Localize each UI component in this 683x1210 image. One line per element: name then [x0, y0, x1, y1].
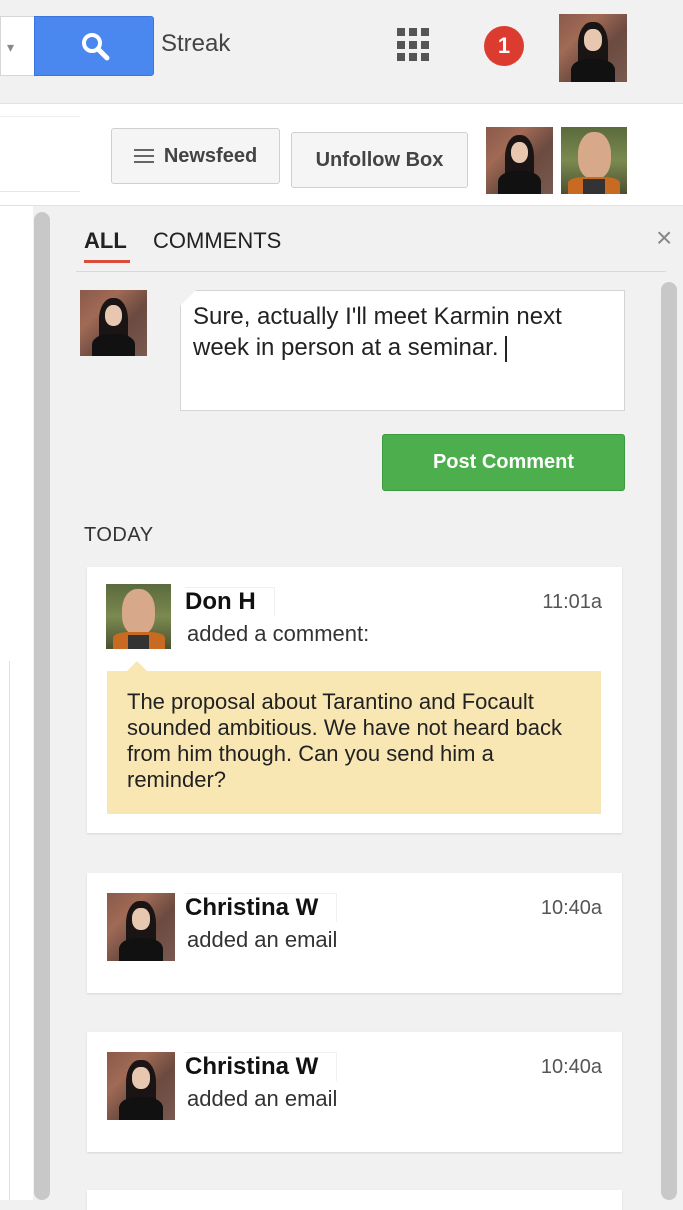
text-cursor [504, 335, 507, 362]
email-pane-scrollbar[interactable] [34, 212, 50, 1200]
search-options-dropdown[interactable]: ▾ [0, 16, 34, 76]
author-avatar[interactable] [107, 893, 175, 961]
box-title-area [0, 116, 80, 192]
app-name[interactable]: Streak [161, 30, 230, 58]
feed-item-action: added a comment: [187, 621, 370, 646]
post-comment-button[interactable]: Post Comment [382, 434, 625, 491]
unfollow-box-button[interactable]: Unfollow Box [291, 132, 468, 188]
top-bar: ▾ Streak 1 [0, 0, 683, 104]
feed-item-time: 10:40a [540, 1056, 602, 1078]
unfollow-label: Unfollow Box [315, 148, 444, 171]
follower-avatar[interactable] [486, 127, 553, 194]
notification-badge[interactable]: 1 [484, 26, 524, 66]
newsfeed-scrollbar[interactable] [661, 282, 677, 1200]
account-avatar[interactable] [559, 14, 627, 82]
feed-item: Christina W added an email 10:40a [87, 873, 622, 993]
newsfeed-button[interactable]: Newsfeed [111, 128, 280, 184]
search-icon [82, 33, 110, 61]
search-button[interactable] [34, 16, 154, 76]
comment-body: The proposal about Tarantino and Focault… [107, 661, 601, 814]
follower-avatar[interactable] [561, 127, 627, 194]
email-pane [0, 206, 33, 1200]
author-avatar[interactable] [106, 584, 171, 649]
feed-item-time: 11:01a [542, 591, 602, 613]
feed-item-action[interactable]: added an email [187, 1086, 337, 1112]
close-icon[interactable]: × [656, 224, 672, 252]
section-heading-today: TODAY [84, 524, 154, 546]
box-toolbar: Newsfeed Unfollow Box [0, 104, 683, 206]
feed-item-time: 10:40a [540, 897, 602, 919]
tab-all[interactable]: ALL [84, 228, 130, 263]
feed-item: Christina W added an email 10:40a [87, 1032, 622, 1152]
chevron-down-icon: ▾ [7, 39, 15, 55]
author-avatar[interactable] [107, 1052, 175, 1120]
newsfeed-panel: ALL COMMENTS × Sure, actually I'll meet … [56, 206, 683, 1210]
newsfeed-tabs: ALL COMMENTS × [76, 206, 672, 272]
hamburger-icon [133, 145, 154, 167]
apps-grid-icon[interactable] [397, 28, 431, 62]
feed-item-action[interactable]: added an email [187, 927, 337, 953]
current-user-avatar [80, 290, 147, 356]
tab-label: ALL [84, 228, 127, 253]
feed-item [87, 1190, 622, 1210]
active-tab-indicator [84, 260, 130, 263]
newsfeed-label: Newsfeed [163, 144, 258, 167]
feed-item-author[interactable]: Christina W [185, 893, 338, 922]
tab-comments[interactable]: COMMENTS [153, 228, 281, 254]
tab-label: COMMENTS [153, 228, 282, 253]
feed-item-author[interactable]: Christina W [185, 1052, 338, 1081]
feed-item-author[interactable]: Don H [185, 587, 275, 616]
feed-item: Don H added a comment: 11:01a The propos… [87, 567, 622, 833]
comment-input[interactable]: Sure, actually I'll meet Karmin next wee… [180, 290, 625, 411]
